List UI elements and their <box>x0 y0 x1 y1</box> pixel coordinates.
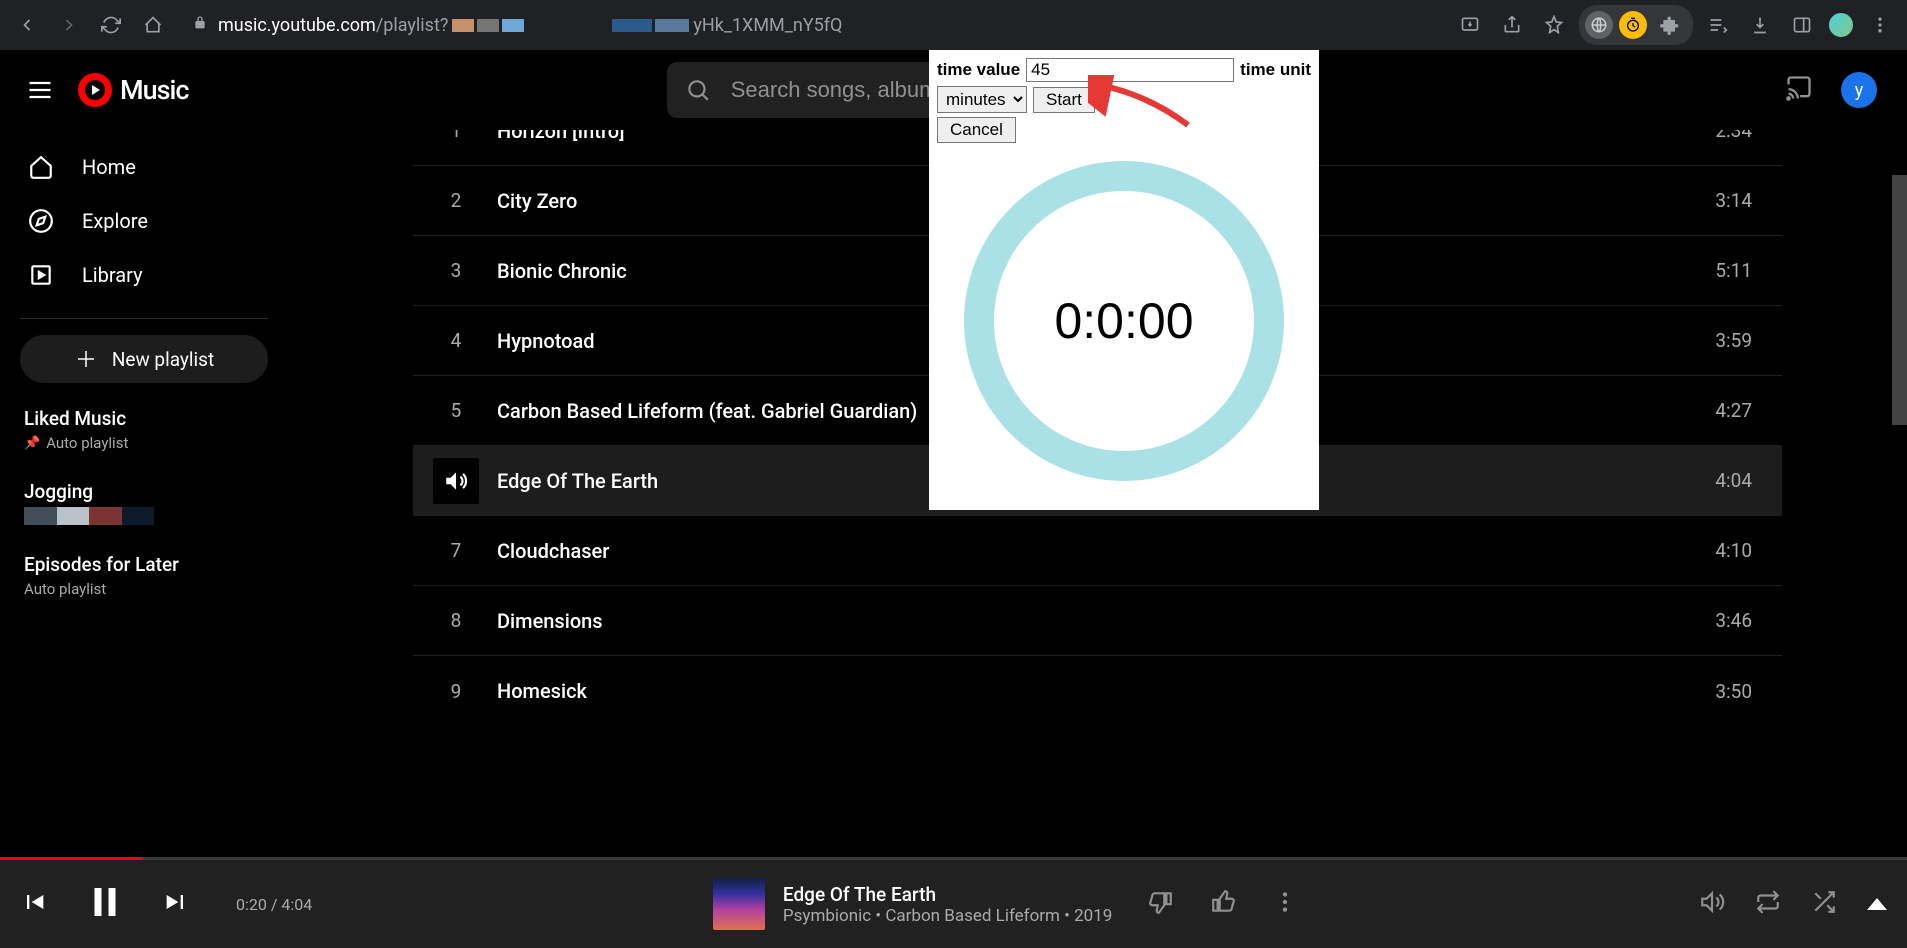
url-redacted-left <box>452 19 524 32</box>
sidebar: Home Explore Library New playlist Liked … <box>0 130 288 948</box>
timer-start-button[interactable]: Start <box>1033 87 1095 113</box>
cast-icon[interactable] <box>1785 74 1813 106</box>
now-playing-subtitle: Psymbionic • Carbon Based Lifeform • 201… <box>783 906 1112 926</box>
extensions-icon[interactable] <box>1653 8 1687 42</box>
new-playlist-button[interactable]: New playlist <box>20 335 268 383</box>
reload-icon[interactable] <box>94 8 128 42</box>
shuffle-icon[interactable] <box>1811 889 1837 919</box>
search-icon <box>685 77 711 103</box>
timer-ring: 0:0:00 <box>964 161 1284 481</box>
url-domain: music.youtube.com <box>218 15 376 36</box>
user-avatar[interactable]: y <box>1841 72 1877 108</box>
progress-fill <box>0 857 143 860</box>
sidebar-item-label: Library <box>82 263 143 287</box>
now-playing-title: Edge Of The Earth <box>783 883 1112 906</box>
profile-avatar[interactable] <box>1827 11 1855 39</box>
album-art[interactable] <box>713 878 765 930</box>
lock-icon <box>192 15 208 36</box>
timer-unit-select[interactable]: minutes <box>937 86 1027 113</box>
share-icon[interactable] <box>1495 8 1529 42</box>
player-bar: 0:20 / 4:04 Edge Of The Earth Psymbionic… <box>0 860 1907 948</box>
star-icon[interactable] <box>1537 8 1571 42</box>
extension-timer-icon[interactable] <box>1619 11 1647 39</box>
explore-icon <box>28 208 54 234</box>
sidebar-item-explore[interactable]: Explore <box>10 194 278 248</box>
previous-track-icon[interactable] <box>20 888 48 920</box>
sidebar-item-library[interactable]: Library <box>10 248 278 302</box>
expand-player-icon[interactable] <box>1867 898 1887 910</box>
volume-icon[interactable] <box>1699 889 1725 919</box>
url-path-suffix: yHk_1XMM_nY5fQ <box>693 15 842 36</box>
home-nav-icon <box>28 154 54 180</box>
home-icon[interactable] <box>136 8 170 42</box>
playlist-icon[interactable] <box>1701 8 1735 42</box>
plus-icon <box>74 347 98 371</box>
back-icon[interactable] <box>10 8 44 42</box>
kebab-menu-icon[interactable] <box>1863 8 1897 42</box>
next-track-icon[interactable] <box>162 888 190 920</box>
scrollbar-thumb[interactable] <box>1892 175 1907 425</box>
extension-globe-icon[interactable] <box>1585 11 1613 39</box>
sidebar-item-label: Home <box>82 155 136 179</box>
pause-button-icon[interactable] <box>84 881 126 927</box>
track-row[interactable]: 7Cloudchaser4:10 <box>413 516 1782 586</box>
track-row[interactable]: 8Dimensions3:46 <box>413 586 1782 656</box>
more-options-icon[interactable] <box>1272 889 1298 919</box>
address-bar[interactable]: music.youtube.com/playlist? yHk_1XMM_nY5… <box>178 8 1435 42</box>
sidebar-divider <box>20 318 268 319</box>
scrollbar[interactable] <box>1892 130 1907 690</box>
sidepanel-icon[interactable] <box>1785 8 1819 42</box>
library-icon <box>28 262 54 288</box>
sidebar-playlist-liked-music[interactable]: Liked Music 📌Auto playlist <box>24 407 264 452</box>
forward-icon[interactable] <box>52 8 86 42</box>
sidebar-playlist-episodes-for-later[interactable]: Episodes for Later Auto playlist <box>24 553 264 598</box>
app-logo[interactable]: Music <box>78 73 189 107</box>
timer-value-input[interactable] <box>1026 58 1234 82</box>
playlist-color-strip <box>24 507 154 525</box>
now-playing-speaker-icon <box>433 458 479 504</box>
browser-toolbar: music.youtube.com/playlist? yHk_1XMM_nY5… <box>0 0 1907 50</box>
hamburger-menu-icon[interactable] <box>20 70 60 110</box>
repeat-icon[interactable] <box>1755 889 1781 919</box>
track-row[interactable]: 9Homesick3:50 <box>413 656 1782 726</box>
browser-actions <box>1453 5 1897 45</box>
timer-cancel-button[interactable]: Cancel <box>937 117 1016 143</box>
sidebar-playlist-jogging[interactable]: Jogging <box>24 480 264 525</box>
pin-icon: 📌 <box>24 436 40 451</box>
progress-bar[interactable] <box>0 857 1907 860</box>
download-icon[interactable] <box>1743 8 1777 42</box>
url-redacted-right <box>612 19 689 32</box>
thumbs-up-icon[interactable] <box>1210 889 1236 919</box>
sidebar-item-label: Explore <box>82 209 148 233</box>
url-path-prefix: /playlist? <box>376 15 449 36</box>
timer-value-label: time value <box>937 60 1020 80</box>
playback-time: 0:20 / 4:04 <box>236 895 312 914</box>
timer-unit-label: time unit <box>1240 60 1311 80</box>
sidebar-item-home[interactable]: Home <box>10 140 278 194</box>
extension-group <box>1579 5 1693 45</box>
youtube-music-icon <box>78 73 112 107</box>
app-title: Music <box>120 74 189 106</box>
timer-extension-popup: time value time unit minutes Start Cance… <box>929 50 1319 510</box>
thumbs-down-icon[interactable] <box>1148 889 1174 919</box>
timer-display: 0:0:00 <box>1054 292 1193 350</box>
install-app-icon[interactable] <box>1453 8 1487 42</box>
